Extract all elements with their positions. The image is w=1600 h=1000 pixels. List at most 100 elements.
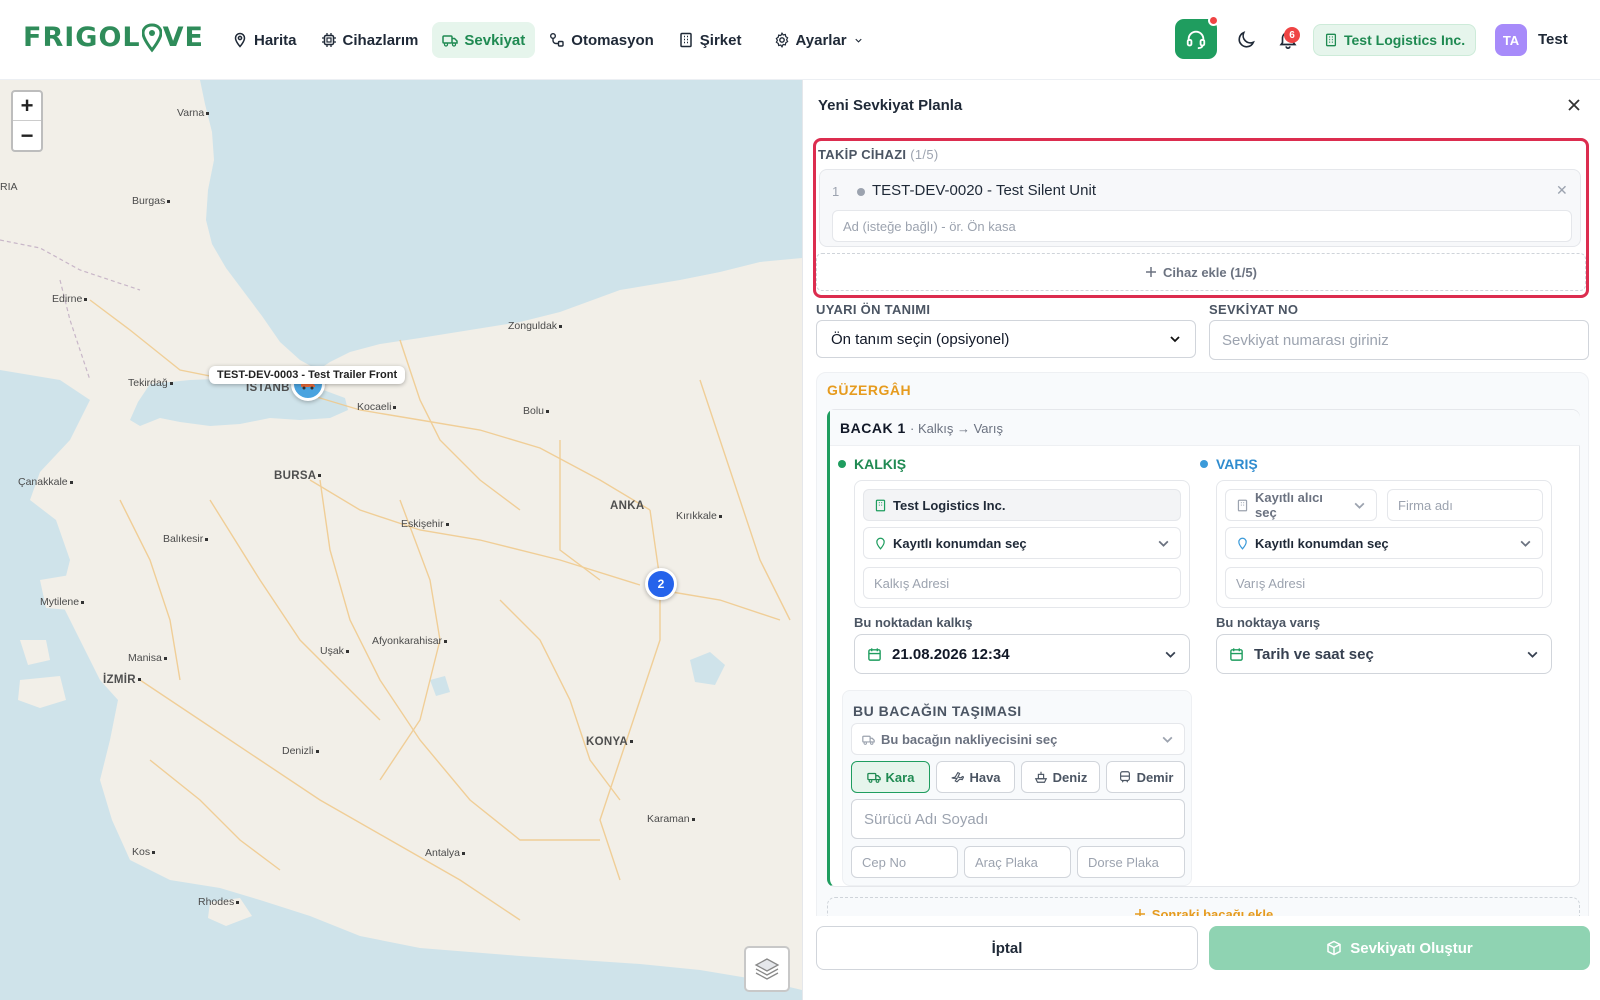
company-switcher[interactable]: Test Logistics Inc. (1313, 24, 1477, 56)
nav-sirket[interactable]: Şirket (668, 22, 752, 58)
logo-pin-icon (141, 23, 163, 53)
carrier-select[interactable]: Bu bacağın nakliyecisini seç (851, 723, 1185, 755)
nav-cihazlarim[interactable]: Cihazlarım (311, 22, 429, 58)
map-pin-icon (876, 537, 885, 550)
nav-label: Cihazlarım (342, 31, 419, 49)
marker-cluster[interactable]: 2 (645, 568, 677, 600)
close-button[interactable] (1563, 94, 1585, 116)
building-icon (1237, 499, 1248, 511)
chevron-down-icon (1520, 540, 1531, 547)
nav-harita[interactable]: Harita (222, 22, 307, 58)
mode-kara-button[interactable]: Kara (851, 761, 930, 793)
mode-demir-button[interactable]: Demir (1106, 761, 1185, 793)
panel-scroll-area[interactable]: TAKİP CİHAZI (1/5) 1 TEST-DEV-0020 - Tes… (803, 132, 1600, 916)
alert-preset-value: Ön tanım seçin (opsiyonel) (831, 330, 1010, 348)
city-label: ANKA (610, 500, 645, 512)
add-next-leg-button[interactable]: Sonraki bacağı ekle (827, 897, 1580, 916)
arrival-firm-input[interactable]: Firma adı (1387, 489, 1543, 521)
map-pin-icon (234, 32, 246, 48)
city-label: Karaman (647, 813, 695, 825)
city-label: Eskişehir (401, 518, 449, 530)
city-label: Rhodes (198, 896, 240, 908)
nav-label: Ayarlar (795, 31, 847, 49)
building-icon (680, 32, 692, 48)
shipment-no-label: SEVKİYAT NO (1209, 302, 1299, 317)
device-name-input[interactable] (832, 210, 1572, 242)
arrival-datetime-picker[interactable]: Tarih ve saat seç (1216, 634, 1552, 674)
create-shipment-button[interactable]: Sevkiyatı Oluştur (1209, 926, 1590, 970)
arrival-group: Kayıtlı alıcı seç Firma adı Kayıtlı konu… (1216, 480, 1552, 608)
nav-otomasyon[interactable]: Otomasyon (539, 22, 664, 58)
departure-address-placeholder: Kalkış Adresi (874, 575, 950, 591)
nav-ayarlar[interactable]: Ayarlar (764, 22, 874, 58)
arrival-address-placeholder: Varış Adresi (1236, 575, 1306, 591)
route-title: GÜZERGÂH (827, 382, 912, 398)
alert-preset-select[interactable]: Ön tanım seçin (opsiyonel) (816, 320, 1196, 358)
cancel-button[interactable]: İptal (816, 926, 1198, 970)
driver-name-input[interactable] (851, 799, 1185, 839)
map-pin-icon (1238, 537, 1247, 550)
user-name[interactable]: Test (1538, 31, 1568, 48)
departure-company: Test Logistics Inc. (893, 497, 1006, 513)
frigolive-logo[interactable]: FRIGOL VE (23, 22, 204, 53)
phone-input[interactable] (851, 846, 958, 878)
support-status-dot (1208, 15, 1219, 26)
chevron-down-icon (1527, 651, 1538, 658)
headset-icon (1186, 30, 1206, 50)
layers-icon (754, 958, 780, 980)
chevron-down-icon (1354, 502, 1365, 509)
map-zoom-control: + − (11, 90, 43, 152)
mode-label: Kara (885, 769, 915, 785)
arrival-receiver-select[interactable]: Kayıtlı alıcı seç (1225, 489, 1377, 521)
zoom-in-button[interactable]: + (13, 92, 41, 121)
city-label: Uşak (320, 645, 349, 657)
vehicle-plate-input[interactable] (964, 846, 1071, 878)
device-status-dot (857, 188, 865, 196)
nav-label: Sevkiyat (464, 31, 526, 49)
panel-title: Yeni Sevkiyat Planla (818, 97, 963, 114)
device-index: 1 (832, 184, 840, 199)
train-icon (1119, 771, 1130, 783)
map-layers-button[interactable] (744, 946, 790, 992)
theme-toggle[interactable] (1235, 29, 1257, 51)
remove-device-button[interactable]: ✕ (1556, 182, 1568, 199)
city-label: Antalya (425, 847, 466, 859)
city-label: Varna (177, 107, 210, 119)
chip-icon (321, 33, 336, 47)
arrival-address-input[interactable]: Varış Adresi (1225, 567, 1543, 599)
add-device-button[interactable]: Cihaz ekle (1/5) (816, 253, 1586, 291)
nav-sevkiyat[interactable]: Sevkiyat (432, 22, 536, 58)
city-label: Bolu (523, 405, 550, 417)
city-label: KONYA (586, 736, 633, 748)
arrival-location-select[interactable]: Kayıtlı konumdan seç (1225, 527, 1543, 559)
user-avatar[interactable]: TA (1495, 24, 1527, 56)
trailer-plate-input[interactable] (1077, 846, 1185, 878)
truck-icon (866, 772, 881, 783)
tracking-device-section: TAKİP CİHAZI (1/5) 1 TEST-DEV-0020 - Tes… (813, 138, 1589, 298)
departure-datetime-picker[interactable]: 21.08.2026 12:34 (854, 634, 1190, 674)
logo-text-1: FRIGOL (23, 22, 141, 53)
plus-icon (1134, 909, 1145, 916)
leg-header: BACAK 1 · Kalkış → Varış (830, 410, 1580, 446)
departure-company-field[interactable]: Test Logistics Inc. (863, 489, 1181, 521)
next-leg-label: Sonraki bacağı ekle (1151, 906, 1274, 917)
arrival-firm-placeholder: Firma adı (1398, 497, 1453, 513)
calendar-icon (1230, 647, 1243, 661)
close-icon (1568, 99, 1580, 111)
departure-address-input[interactable]: Kalkış Adresi (863, 567, 1181, 599)
chevron-down-icon (1170, 336, 1180, 343)
shipment-no-input[interactable] (1209, 320, 1589, 360)
city-label: İZMİR (103, 674, 141, 686)
truck-icon (442, 35, 459, 47)
logo-text-2: VE (162, 22, 204, 53)
leg-transport-section: BU BACAĞIN TAŞIMASI Bu bacağın nakliyeci… (842, 690, 1192, 886)
city-label: Çanakkale (18, 476, 73, 488)
mode-deniz-button[interactable]: Deniz (1021, 761, 1100, 793)
map-view[interactable]: + − Varna RIA Burgas Edirne Zonguldak Te… (0, 80, 802, 1000)
gear-icon (775, 32, 788, 48)
leg-title: BACAK 1 (840, 420, 906, 436)
mode-hava-button[interactable]: Hava (936, 761, 1015, 793)
nav-label: Şirket (699, 31, 742, 49)
zoom-out-button[interactable]: − (13, 121, 41, 150)
departure-location-select[interactable]: Kayıtlı konumdan seç (863, 527, 1181, 559)
